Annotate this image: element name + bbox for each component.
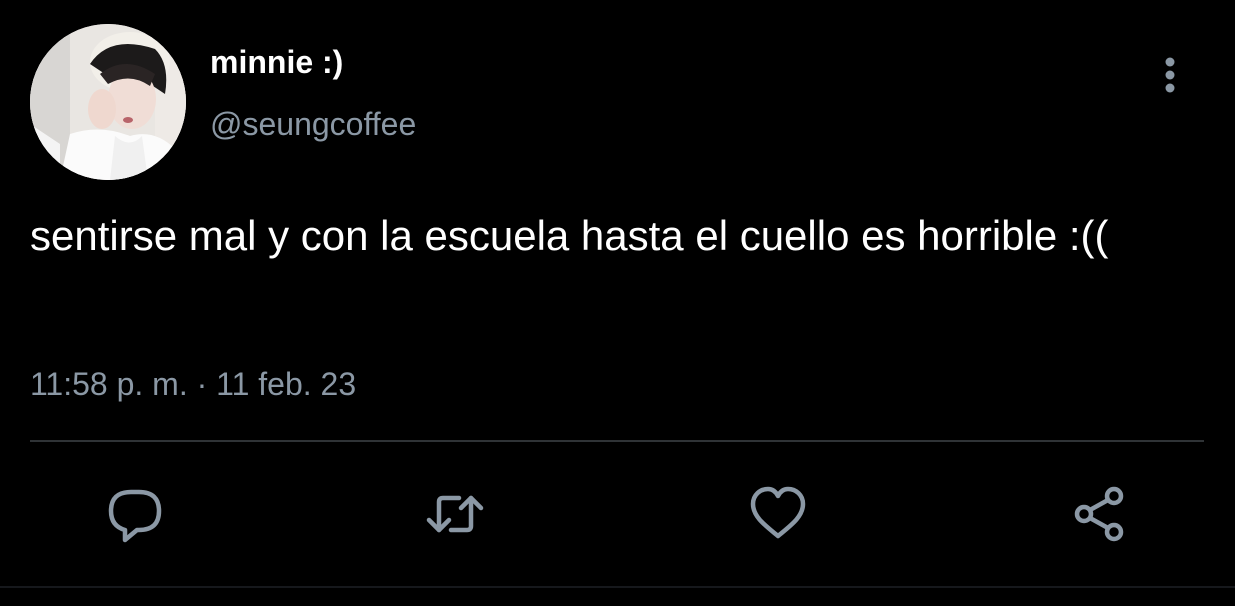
share-button[interactable] <box>1070 484 1130 544</box>
avatar[interactable] <box>30 24 186 180</box>
more-vertical-icon <box>1165 57 1175 93</box>
user-handle[interactable]: @seungcoffee <box>210 104 416 144</box>
tweet-text: sentirse mal y con la escuela hasta el c… <box>30 212 1109 259</box>
avatar-photo <box>30 24 186 180</box>
retweet-button[interactable] <box>425 484 485 544</box>
display-name[interactable]: minnie :) <box>210 42 343 82</box>
reply-icon <box>108 489 162 543</box>
heart-icon <box>750 486 806 539</box>
more-options-button[interactable] <box>1150 50 1190 100</box>
like-button[interactable] <box>748 484 808 544</box>
retweet-icon <box>426 495 484 533</box>
bottom-divider <box>0 586 1235 588</box>
tweet-card: minnie :) @seungcoffee sentirse mal y co… <box>0 0 1235 606</box>
tweet-timestamp[interactable]: 11:58 p. m. · 11 feb. 23 <box>30 364 356 404</box>
reply-button[interactable] <box>105 484 165 544</box>
share-icon <box>1074 486 1124 542</box>
divider <box>30 440 1204 442</box>
